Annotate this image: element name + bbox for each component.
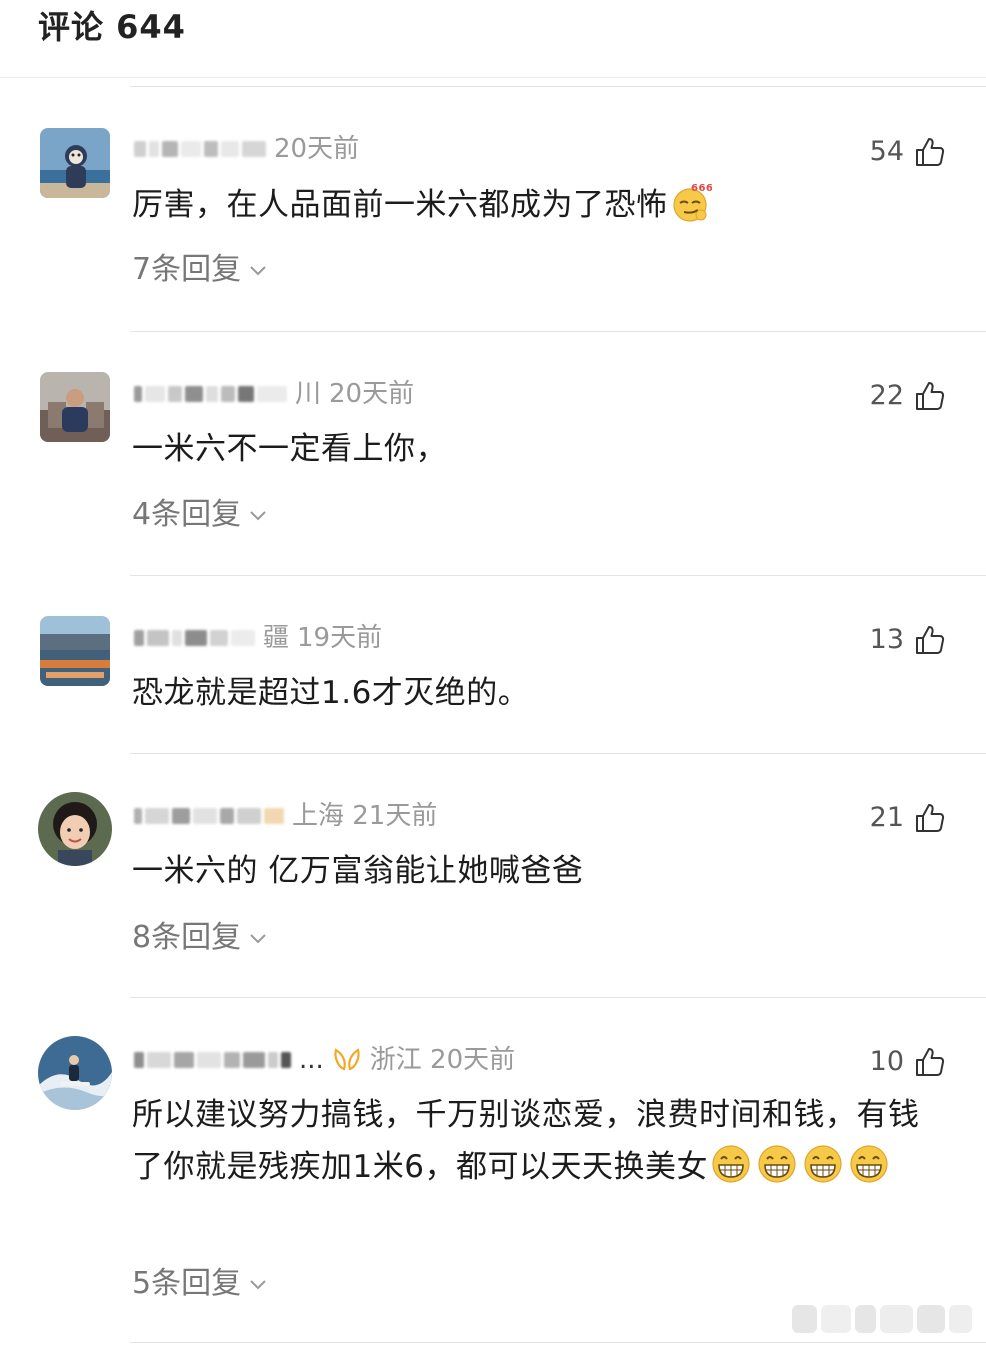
like-button[interactable]: 54 [870,132,946,172]
comment-meta-row: 20天前 [134,132,359,166]
comment-meta-row: 疆 19天前 [134,621,382,655]
blurred-username[interactable] [134,804,284,828]
thumbs-up-icon [916,138,945,166]
smirk-666-emoji: 666 [672,183,712,222]
comment-item: 上海 21天前 21 一米六的 亿万富翁能让她喊爸爸 8条回复 [0,754,986,998]
reply-count: 7条回复 [132,252,242,287]
chevron-down-icon [250,1280,266,1290]
comment-time: 19天前 [297,623,383,653]
comment-text: 恐龙就是超过1.6才灭绝的。 [132,667,950,719]
thumbs-up-icon [916,804,945,832]
reply-count: 8条回复 [132,920,242,955]
like-count: 54 [869,136,904,167]
comment-body: 一米六的 亿万富翁能让她喊爸爸 [132,853,584,889]
blurred-username[interactable] [134,382,287,406]
comments-count-title: 评论 644 [38,8,186,46]
comment-text: 一米六不一定看上你， [132,423,950,475]
emoji-badge-text: 666 [691,183,712,194]
comment-meta-row: 川 20天前 [134,377,414,411]
thumbs-up-icon [916,626,945,654]
expand-replies-button[interactable]: 8条回复 [132,918,269,958]
comment-body: 恐龙就是超过1.6才灭绝的。 [132,675,530,711]
grin-emoji [850,1145,888,1183]
like-count: 21 [869,802,904,833]
comment-divider [130,1342,986,1343]
chevron-down-icon [250,266,266,276]
expand-replies-button[interactable]: 7条回复 [132,250,269,290]
comment-item: 20天前 54 厉害，在人品面前一米六都成为了恐怖 666 7条回复 [0,87,986,332]
blurred-username[interactable] [134,1048,291,1072]
comment-location-time: 浙江 20天前 [369,1045,516,1075]
avatar[interactable] [40,128,110,198]
avatar[interactable] [38,792,112,866]
watermark-blur [792,1305,972,1333]
like-button[interactable]: 22 [870,376,946,416]
like-count: 13 [869,624,904,655]
chevron-down-icon [250,934,266,944]
comment-text: 所以建议努力搞钱，千万别谈恋爱，浪费时间和钱，有钱了你就是残疾加1米6，都可以天… [132,1089,950,1193]
avatar-image [40,128,110,198]
comment-location-time: 上海 21天前 [292,801,438,831]
vip-badge-icon [334,1048,360,1071]
comments-header: 评论 644 [0,0,986,78]
grin-emoji [758,1145,796,1183]
username-tail: 疆 [263,623,290,653]
comment-meta-row: ... 浙江 20天前 [134,1043,515,1077]
like-button[interactable]: 10 [870,1042,946,1082]
avatar-image [40,616,110,686]
avatar[interactable] [40,616,110,686]
thumbs-up-icon [916,382,945,410]
comment-meta-row: 上海 21天前 [134,799,437,833]
expand-replies-button[interactable]: 4条回复 [132,495,269,535]
comment-time: 20天前 [329,379,415,409]
grin-emoji [712,1145,750,1183]
expand-replies-button[interactable]: 5条回复 [132,1264,269,1304]
like-button[interactable]: 21 [870,798,946,838]
avatar-image [40,372,110,442]
blurred-username[interactable] [134,626,255,650]
avatar[interactable] [38,1036,112,1110]
blurred-username[interactable] [134,137,266,161]
like-button[interactable]: 13 [870,620,946,660]
username-tail: 川 [295,379,322,409]
comment-item: 川 20天前 22 一米六不一定看上你， 4条回复 [0,332,986,576]
reply-count: 4条回复 [132,497,242,532]
avatar-image [38,1036,112,1110]
comment-item: 疆 19天前 13 恐龙就是超过1.6才灭绝的。 [0,576,986,754]
avatar[interactable] [40,372,110,442]
comment-item: ... 浙江 20天前 10 所以建议努力搞钱，千万别谈恋爱，浪费时间和钱，有钱… [0,998,986,1343]
username-ellipsis: ... [299,1045,324,1075]
comment-body: 一米六不一定看上你， [132,431,447,467]
comment-text: 一米六的 亿万富翁能让她喊爸爸 [132,845,950,897]
thumbs-up-icon [916,1048,945,1076]
avatar-image [38,792,112,866]
grin-emoji [804,1145,842,1183]
like-count: 10 [869,1046,904,1077]
like-count: 22 [869,380,904,411]
comment-text: 厉害，在人品面前一米六都成为了恐怖 666 [132,179,950,231]
comment-time: 20天前 [274,134,360,164]
chevron-down-icon [250,511,266,521]
reply-count: 5条回复 [132,1266,242,1301]
comment-body: 厉害，在人品面前一米六都成为了恐怖 [132,187,668,223]
